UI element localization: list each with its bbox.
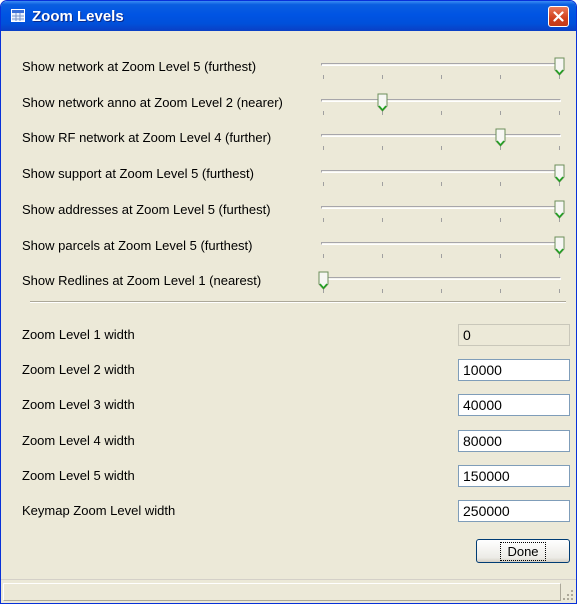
slider-tick [323,217,324,222]
zoom-width-input[interactable] [458,394,570,417]
slider-tick [323,110,324,115]
slider-tick [323,182,324,187]
zoom-level-slider[interactable] [320,199,565,222]
separator [30,301,566,303]
slider-tick [500,253,501,258]
slider-tick [500,289,501,294]
slider-tick [500,75,501,79]
zoom-width-input[interactable] [458,324,570,346]
slider-label: Show support at Zoom Level 5 (furthest) [22,166,254,182]
width-label: Zoom Level 2 width [22,362,135,378]
slider-thumb[interactable] [554,200,565,219]
slider-tick [441,217,442,222]
slider-tick [382,253,383,258]
slider-tick [441,146,442,151]
title-bar[interactable]: Zoom Levels [1,1,576,31]
slider-label: Show network at Zoom Level 5 (furthest) [22,59,257,74]
done-button[interactable]: Done [476,539,570,563]
width-label: Zoom Level 1 width [22,327,135,342]
slider-tick [382,217,383,222]
status-pane [3,583,561,601]
slider-tick [441,182,442,187]
slider-label: Show addresses at Zoom Level 5 (furthest… [22,201,271,217]
slider-thumb[interactable] [377,93,388,112]
zoom-level-slider[interactable] [320,92,565,115]
slider-tick [559,289,560,294]
slider-tick [441,253,442,258]
slider-tick [382,182,383,187]
grid-window-icon [11,9,25,22]
slider-thumb[interactable] [318,271,329,290]
zoom-level-slider[interactable] [320,56,565,79]
slider-track [321,170,561,174]
close-icon [553,11,564,22]
zoom-level-slider[interactable] [318,270,565,294]
slider-tick [441,289,442,294]
zoom-width-input[interactable] [458,429,570,452]
slider-track [321,241,561,245]
width-label: Zoom Level 4 width [22,432,135,448]
slider-tick [382,146,383,151]
done-button-label: Done [500,541,546,561]
status-bar [1,579,576,603]
slider-label: Show Redlines at Zoom Level 1 (nearest) [22,273,262,289]
width-label: Zoom Level 3 width [22,397,135,413]
slider-thumb[interactable] [554,57,565,76]
slider-label: Show parcels at Zoom Level 5 (furthest) [22,237,253,253]
slider-tick [323,146,324,151]
slider-tick [500,110,501,115]
close-button[interactable] [548,6,569,27]
zoom-width-input[interactable] [458,359,570,382]
slider-track [321,63,561,66]
slider-tick [500,182,501,187]
slider-track [321,134,561,138]
zoom-width-input[interactable] [458,464,570,487]
slider-tick [382,75,383,79]
dialog-title: Zoom Levels [32,8,124,25]
slider-tick [559,110,560,115]
resize-grip-icon[interactable] [563,590,574,601]
slider-tick [323,75,324,79]
slider-label: Show network anno at Zoom Level 2 (neare… [22,94,283,110]
slider-tick [441,75,442,79]
slider-tick [382,289,383,294]
slider-label: Show RF network at Zoom Level 4 (further… [22,130,272,146]
zoom-level-slider[interactable] [320,235,565,258]
width-label: Zoom Level 5 width [22,467,135,483]
zoom-level-slider[interactable] [320,127,565,151]
zoom-level-slider[interactable] [320,163,565,187]
slider-track [321,205,561,209]
slider-tick [323,253,324,258]
slider-thumb[interactable] [554,164,565,183]
slider-tick [441,110,442,115]
slider-track [321,277,561,281]
slider-thumb[interactable] [554,236,565,255]
zoom-levels-dialog: Zoom Levels Show network at Zoom Level 5… [0,0,577,604]
slider-tick [559,146,560,151]
slider-thumb[interactable] [495,128,506,148]
slider-tick [500,217,501,222]
zoom-width-input[interactable] [458,500,570,522]
width-label: Keymap Zoom Level width [22,503,176,518]
slider-track [321,98,561,102]
